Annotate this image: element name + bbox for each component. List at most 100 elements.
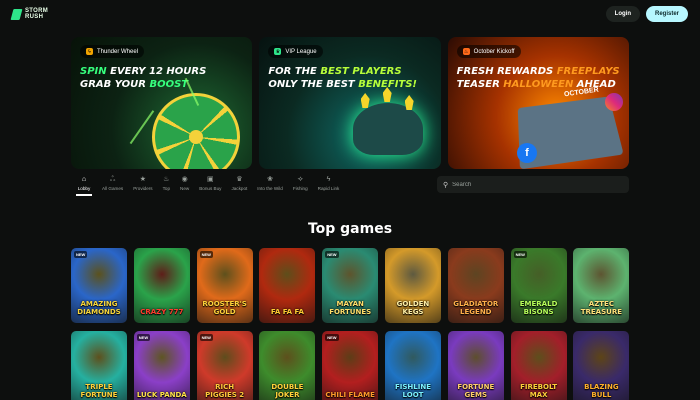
instagram-icon	[604, 93, 623, 111]
shopping-bag-icon: ▣	[207, 176, 214, 183]
register-button[interactable]: Register	[645, 6, 688, 22]
game-tile[interactable]: Fortune Gems	[447, 331, 504, 400]
banner-october-kickoff[interactable]: ♨ October Kickoff FRESH REWARDS FREEPLAY…	[447, 37, 629, 169]
game-tile[interactable]: NEW Mayan Fortunes	[322, 248, 379, 323]
banner-thunder-wheel[interactable]: ϟ Thunder Wheel SPIN EVERY 12 HOURS GRAB…	[71, 37, 253, 169]
new-badge: NEW	[136, 334, 151, 341]
logo-mark-icon	[10, 8, 23, 20]
banner-headline: FOR THE BEST PLAYERS ONLY THE BEST BENEF…	[268, 66, 417, 90]
banner-tag: ♛ VIP League	[268, 45, 323, 58]
game-tile[interactable]: Gladiator Legend	[447, 248, 504, 323]
search-bar[interactable]: ⚲	[437, 176, 629, 193]
game-tile[interactable]: NEW Emerald Bisons	[510, 248, 567, 323]
crown-icon: ♛	[274, 48, 282, 55]
nav-item-label: Rapid Link	[317, 186, 340, 191]
lightning-icon: ϟ	[86, 48, 93, 55]
game-title: Triple Fortune	[80, 383, 118, 399]
banner-vip-league[interactable]: ♛ VIP League FOR THE BEST PLAYERS ONLY T…	[259, 37, 441, 169]
nav-item-top[interactable]: ♨ Top	[158, 176, 175, 196]
banner-tag-label: Thunder Wheel	[97, 48, 139, 55]
nav-item-label: Into the Wild	[257, 186, 283, 191]
games-grid: NEW Amazing Diamonds Crazy 777 NEW Rooster's…	[71, 248, 630, 400]
game-tile[interactable]: NEW Amazing Diamonds	[71, 248, 127, 323]
game-title: Double Joker	[271, 383, 304, 399]
game-tile[interactable]: Fa Fa Fa	[259, 248, 316, 323]
nav-item-label: Fishing	[292, 186, 308, 191]
star-icon: ★	[139, 176, 147, 183]
new-badge: NEW	[325, 334, 339, 341]
fish-icon: ⟢	[297, 176, 303, 183]
nav-item-label: All Games	[102, 186, 124, 191]
banner-tag-label: VIP League	[285, 48, 317, 55]
bolt-icon: ϟ	[326, 176, 331, 183]
facebook-icon: f	[516, 143, 537, 163]
game-title: Golden Kegs	[396, 300, 430, 316]
game-tile[interactable]: NEW Luck Panda	[133, 331, 190, 400]
game-tile[interactable]: Blazing Bull	[573, 331, 630, 400]
nav-item-into-the-wild[interactable]: ❀ Into the Wild	[252, 176, 288, 196]
banner-tag: ♨ October Kickoff	[456, 45, 521, 58]
game-tile[interactable]: Fishline Loot	[384, 331, 441, 400]
search-input[interactable]	[452, 181, 613, 188]
new-badge: NEW	[199, 334, 213, 341]
game-tile[interactable]: NEW Rich Piggies 2	[196, 331, 253, 400]
login-button[interactable]: Login	[605, 6, 640, 22]
new-badge: NEW	[513, 251, 527, 258]
promo-banners: ϟ Thunder Wheel SPIN EVERY 12 HOURS GRAB…	[71, 37, 629, 169]
game-title: Fishline Loot	[394, 383, 431, 399]
search-icon: ⚲	[443, 181, 449, 189]
new-badge: NEW	[325, 251, 339, 258]
game-title: Firebolt Max	[520, 383, 558, 399]
new-badge: NEW	[199, 251, 213, 258]
game-tile[interactable]: Double Joker	[259, 331, 316, 400]
game-title: Aztec Treasure	[580, 300, 622, 316]
game-tile[interactable]: Aztec Treasure	[573, 248, 630, 323]
new-badge: NEW	[74, 251, 88, 258]
game-title: Fortune Gems	[457, 383, 495, 399]
banner-tag: ϟ Thunder Wheel	[80, 45, 145, 58]
game-tile[interactable]: NEW Chili Flame	[322, 331, 379, 400]
game-title: Fa Fa Fa	[270, 307, 304, 316]
game-title: Rooster's Gold	[202, 300, 247, 316]
nav-item-providers[interactable]: ★ Providers	[128, 176, 157, 196]
nav-item-new[interactable]: ◉ New	[175, 176, 194, 196]
nav-item-fishing[interactable]: ⟢ Fishing	[288, 176, 313, 196]
category-nav: ⌂ Lobby ஃ All Games ★ Providers ♨ Top ◉ New ▣ Bonus…	[71, 176, 431, 196]
nav-item-label: Providers	[133, 186, 153, 191]
game-title: Rich Piggies 2	[205, 383, 245, 399]
game-title: Blazing Bull	[584, 383, 619, 399]
paw-icon: ❀	[267, 176, 273, 183]
game-title: Amazing Diamonds	[77, 300, 121, 316]
nav-item-label: Bonus Buy	[199, 186, 222, 191]
nav-item-jackpot[interactable]: ♛ Jackpot	[226, 176, 252, 196]
new-icon: ◉	[181, 176, 188, 183]
nav-item-lobby[interactable]: ⌂ Lobby	[71, 176, 97, 196]
nav-item-label: Top	[162, 186, 171, 191]
nav-item-rapid-link[interactable]: ϟ Rapid Link	[313, 176, 345, 196]
logo[interactable]: STORM RUSH	[10, 8, 48, 20]
header-actions: Login Register	[605, 6, 688, 22]
game-title: Luck Panda	[136, 390, 187, 399]
game-tile[interactable]: Crazy 777	[133, 248, 190, 323]
nav-item-bonus-buy[interactable]: ▣ Bonus Buy	[194, 176, 226, 196]
cherries-icon: ஃ	[109, 176, 116, 183]
banner-headline: SPIN EVERY 12 HOURS GRAB YOUR BOOST	[80, 66, 207, 90]
flame-icon: ♨	[462, 48, 470, 55]
banner-tag-label: October Kickoff	[473, 48, 515, 55]
game-title: Chili Flame	[325, 390, 375, 399]
game-tile[interactable]: Triple Fortune	[71, 331, 127, 400]
trophy-icon: ♛	[236, 176, 243, 183]
game-title: Emerald Bisons	[519, 300, 558, 316]
game-tile[interactable]: Firebolt Max	[510, 331, 567, 400]
crystal-crown-icon	[352, 87, 423, 155]
game-tile[interactable]: NEW Rooster's Gold	[196, 248, 253, 323]
section-title: Top games	[307, 221, 393, 237]
game-title: Mayan Fortunes	[329, 300, 372, 316]
nav-item-label: New	[180, 186, 190, 191]
game-tile[interactable]: Golden Kegs	[384, 248, 441, 323]
nav-item-all-games[interactable]: ஃ All Games	[97, 176, 128, 196]
lightning-bolt	[129, 110, 154, 144]
home-icon: ⌂	[81, 176, 87, 183]
game-title: Crazy 777	[140, 307, 184, 316]
top-header: STORM RUSH Login Register	[0, 0, 700, 28]
